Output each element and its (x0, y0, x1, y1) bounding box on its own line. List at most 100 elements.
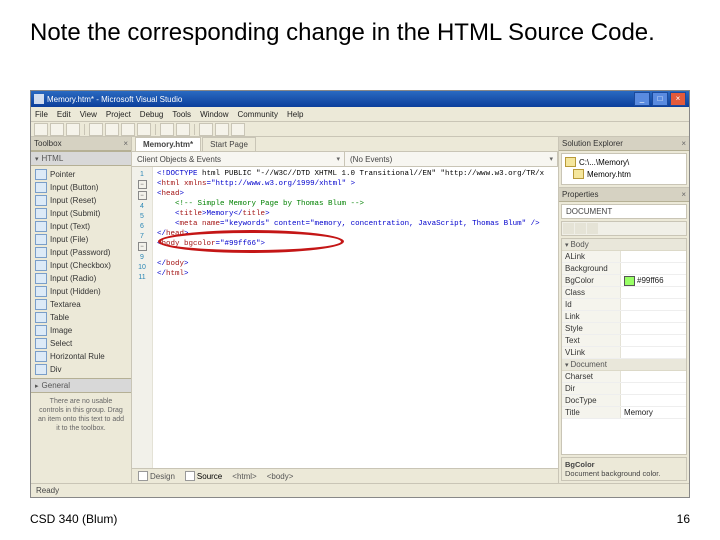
properties-panel: Properties × DOCUMENT Body ALinkBackgrou… (559, 188, 689, 483)
toolbar-button[interactable] (160, 123, 174, 136)
property-row[interactable]: Class (562, 287, 686, 299)
design-tab[interactable]: Design (138, 471, 175, 481)
toolbox-empty-note: There are no usable controls in this gro… (31, 393, 131, 437)
property-row[interactable]: BgColor#99ff66 (562, 275, 686, 287)
toolbox-item[interactable]: Table (31, 311, 131, 324)
minimize-button[interactable]: _ (634, 92, 650, 106)
properties-title: Properties (562, 190, 598, 199)
menu-edit[interactable]: Edit (57, 110, 71, 119)
toolbox-band-html[interactable]: HTML (31, 151, 131, 166)
property-row[interactable]: TitleMemory (562, 407, 686, 419)
toolbox-header: Toolbox × (31, 137, 131, 151)
toolbar-button[interactable] (34, 123, 48, 136)
toolbar-button[interactable] (89, 123, 103, 136)
prop-tool[interactable] (563, 223, 574, 234)
folder-icon (565, 157, 576, 167)
code-editor[interactable]: 1 − − 4 5 6 7 − 9 10 11 <!DOCTYPE html P… (132, 167, 558, 468)
toolbox-item[interactable]: Input (Text) (31, 220, 131, 233)
toolbar-button[interactable] (137, 123, 151, 136)
toolbar-button[interactable] (66, 123, 80, 136)
toolbox-panel: Toolbox × HTML Pointer Input (Button) In… (31, 137, 132, 483)
close-button[interactable]: × (670, 92, 686, 106)
property-row[interactable]: ALink (562, 251, 686, 263)
prop-tool[interactable] (575, 223, 586, 234)
menu-tools[interactable]: Tools (172, 110, 191, 119)
toolbar-button[interactable] (176, 123, 190, 136)
menu-project[interactable]: Project (106, 110, 131, 119)
menu-debug[interactable]: Debug (140, 110, 164, 119)
source-tab[interactable]: Source (185, 471, 222, 481)
toolbox-item[interactable]: Horizontal Rule (31, 350, 131, 363)
toolbox-item[interactable]: Input (Reset) (31, 194, 131, 207)
doc-tab-start[interactable]: Start Page (202, 137, 256, 151)
properties-grid[interactable]: Body ALinkBackgroundBgColor#99ff66ClassI… (561, 238, 687, 455)
gutter: 1 − − 4 5 6 7 − 9 10 11 (132, 167, 153, 468)
solution-close-icon[interactable]: × (681, 139, 686, 148)
solution-root[interactable]: C:\...\Memory\ (564, 156, 684, 168)
toolbox-item[interactable]: Input (Password) (31, 246, 131, 259)
toolbox-item[interactable]: Pointer (31, 168, 131, 181)
properties-close-icon[interactable]: × (681, 190, 686, 199)
menu-file[interactable]: File (35, 110, 48, 119)
toolbar-button[interactable] (199, 123, 213, 136)
toolbox-item[interactable]: Input (Hidden) (31, 285, 131, 298)
input-icon (35, 234, 47, 245)
toolbox-band-general[interactable]: General (31, 378, 131, 393)
property-row[interactable]: Style (562, 323, 686, 335)
breadcrumb-html[interactable]: <html> (232, 472, 256, 481)
menu-community[interactable]: Community (238, 110, 278, 119)
pointer-icon (35, 169, 47, 180)
property-row[interactable]: Text (562, 335, 686, 347)
solution-file[interactable]: Memory.htm (572, 168, 684, 180)
object-selector[interactable]: Client Objects & Events (132, 152, 345, 166)
menu-help[interactable]: Help (287, 110, 303, 119)
property-row[interactable]: Id (562, 299, 686, 311)
solution-title: Solution Explorer (562, 139, 623, 148)
prop-cat-body[interactable]: Body (562, 239, 686, 251)
toolbox-item[interactable]: Input (Radio) (31, 272, 131, 285)
breadcrumb-body[interactable]: <body> (267, 472, 294, 481)
toolbox-item[interactable]: Image (31, 324, 131, 337)
property-row[interactable]: Dir (562, 383, 686, 395)
toolbar-button[interactable] (105, 123, 119, 136)
textarea-icon (35, 299, 47, 310)
fold-icon[interactable]: − (138, 191, 147, 200)
property-row[interactable]: DocType (562, 395, 686, 407)
properties-object[interactable]: DOCUMENT (561, 204, 687, 219)
toolbox-item[interactable]: Input (File) (31, 233, 131, 246)
property-row[interactable]: VLink (562, 347, 686, 359)
code-text[interactable]: <!DOCTYPE html PUBLIC "-//W3C//DTD XHTML… (153, 167, 558, 468)
table-icon (35, 312, 47, 323)
toolbar-button[interactable] (50, 123, 64, 136)
status-ready: Ready (36, 486, 59, 495)
view-tabs: Design Source <html> <body> (132, 468, 558, 483)
toolbar-button[interactable] (215, 123, 229, 136)
property-row[interactable]: Background (562, 263, 686, 275)
property-row[interactable]: Link (562, 311, 686, 323)
fold-icon[interactable]: − (138, 242, 147, 251)
window-titlebar[interactable]: Memory.htm* - Microsoft Visual Studio _ … (31, 91, 689, 107)
file-icon (573, 169, 584, 179)
prop-cat-document[interactable]: Document (562, 359, 686, 371)
toolbox-item[interactable]: Textarea (31, 298, 131, 311)
toolbox-item[interactable]: Input (Button) (31, 181, 131, 194)
maximize-button[interactable]: □ (652, 92, 668, 106)
menu-window[interactable]: Window (200, 110, 228, 119)
prop-desc-title: BgColor (565, 460, 683, 469)
toolbox-item[interactable]: Select (31, 337, 131, 350)
toolbox-item[interactable]: Input (Submit) (31, 207, 131, 220)
menu-view[interactable]: View (80, 110, 97, 119)
toolbar-button[interactable] (231, 123, 245, 136)
solution-tree[interactable]: C:\...\Memory\ Memory.htm (561, 153, 687, 185)
toolbox-close-icon[interactable]: × (123, 139, 128, 148)
toolbox-item[interactable]: Input (Checkbox) (31, 259, 131, 272)
doc-tab-memory[interactable]: Memory.htm* (135, 137, 201, 151)
property-row[interactable]: Charset (562, 371, 686, 383)
toolbar-button[interactable] (121, 123, 135, 136)
window-title: Memory.htm* - Microsoft Visual Studio (47, 95, 631, 104)
toolbar-sep (155, 124, 156, 135)
fold-icon[interactable]: − (138, 180, 147, 189)
toolbox-item[interactable]: Div (31, 363, 131, 376)
prop-tool[interactable] (587, 223, 598, 234)
event-selector[interactable]: (No Events) (345, 152, 558, 166)
